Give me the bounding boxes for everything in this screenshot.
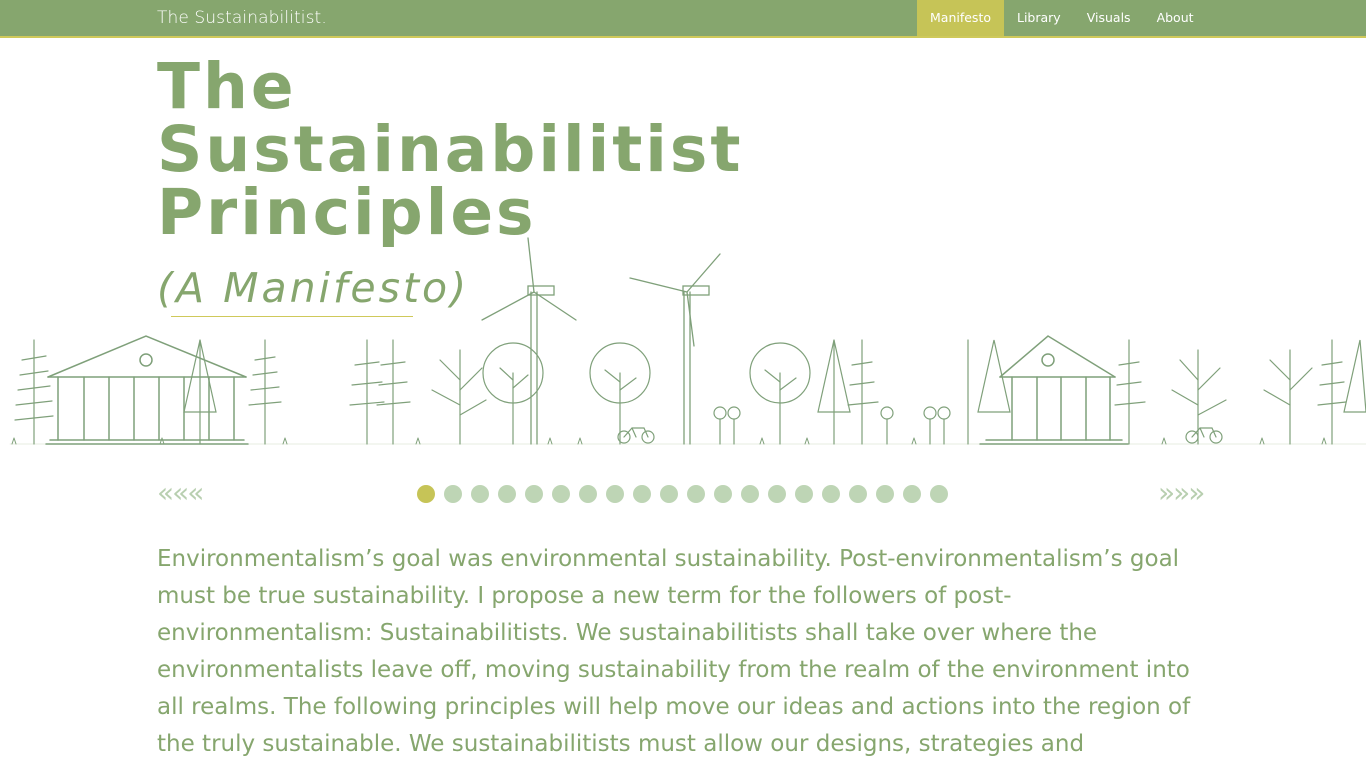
- page-dot[interactable]: [687, 485, 705, 503]
- page-dot[interactable]: [525, 485, 543, 503]
- main-nav: Manifesto Library Visuals About: [917, 0, 1207, 36]
- page-dot[interactable]: [741, 485, 759, 503]
- wind-turbine-icon: [629, 253, 721, 445]
- bicycle-icon: [617, 427, 655, 444]
- round-tree-icon: [589, 342, 651, 445]
- pine-tree-icon: [14, 339, 54, 445]
- pine-tree-icon: [248, 339, 282, 445]
- page-dot[interactable]: [471, 485, 489, 503]
- page-dot[interactable]: [579, 485, 597, 503]
- landscape-illustration: [9, 237, 1366, 445]
- page-dot[interactable]: [795, 485, 813, 503]
- brand-logo-link[interactable]: The Sustainabilitist.: [157, 8, 327, 28]
- page-dot[interactable]: [498, 485, 516, 503]
- page-dot[interactable]: [417, 485, 435, 503]
- title-line-1: The: [157, 50, 297, 123]
- nav-visuals[interactable]: Visuals: [1074, 0, 1144, 36]
- page-dot[interactable]: [822, 485, 840, 503]
- building-icon: [967, 335, 1129, 445]
- nav-about[interactable]: About: [1144, 0, 1207, 36]
- people-icon: [713, 406, 741, 445]
- page-dot[interactable]: [606, 485, 624, 503]
- page-dot[interactable]: [768, 485, 786, 503]
- building-icon: [45, 335, 249, 445]
- pine-tree-icon: [1114, 339, 1146, 445]
- page-dot[interactable]: [876, 485, 894, 503]
- pine-tree-icon: [349, 339, 411, 445]
- wind-turbine-icon: [481, 237, 577, 445]
- page-dot[interactable]: [849, 485, 867, 503]
- page-dot[interactable]: [714, 485, 732, 503]
- pine-tree-icon: [183, 339, 217, 445]
- nav-manifesto[interactable]: Manifesto: [917, 0, 1004, 36]
- page-dot[interactable]: [444, 485, 462, 503]
- title-line-2: Sustainabilitist: [157, 113, 744, 186]
- people-icon: [880, 406, 951, 445]
- page-indicator: [417, 485, 957, 503]
- next-page-button[interactable]: »»»: [1158, 476, 1205, 509]
- bare-tree-icon: [1263, 349, 1313, 445]
- page-title: The Sustainabilitist Principles: [157, 55, 744, 244]
- prev-page-button[interactable]: «««: [157, 476, 204, 509]
- round-tree-icon: [482, 342, 544, 445]
- round-tree-icon: [749, 342, 811, 445]
- page-dot[interactable]: [930, 485, 948, 503]
- pine-tree-icon: [1317, 339, 1366, 445]
- page-dot[interactable]: [552, 485, 570, 503]
- nav-library[interactable]: Library: [1004, 0, 1074, 36]
- bare-tree-icon: [431, 349, 487, 445]
- top-navbar: The Sustainabilitist. Manifesto Library …: [0, 0, 1366, 38]
- bicycle-icon: [1185, 427, 1223, 444]
- page-dot[interactable]: [660, 485, 678, 503]
- pine-tree-icon: [817, 339, 879, 445]
- page-dot[interactable]: [903, 485, 921, 503]
- page-dot[interactable]: [633, 485, 651, 503]
- manifesto-intro-text: Environmentalism’s goal was environmenta…: [157, 546, 1191, 757]
